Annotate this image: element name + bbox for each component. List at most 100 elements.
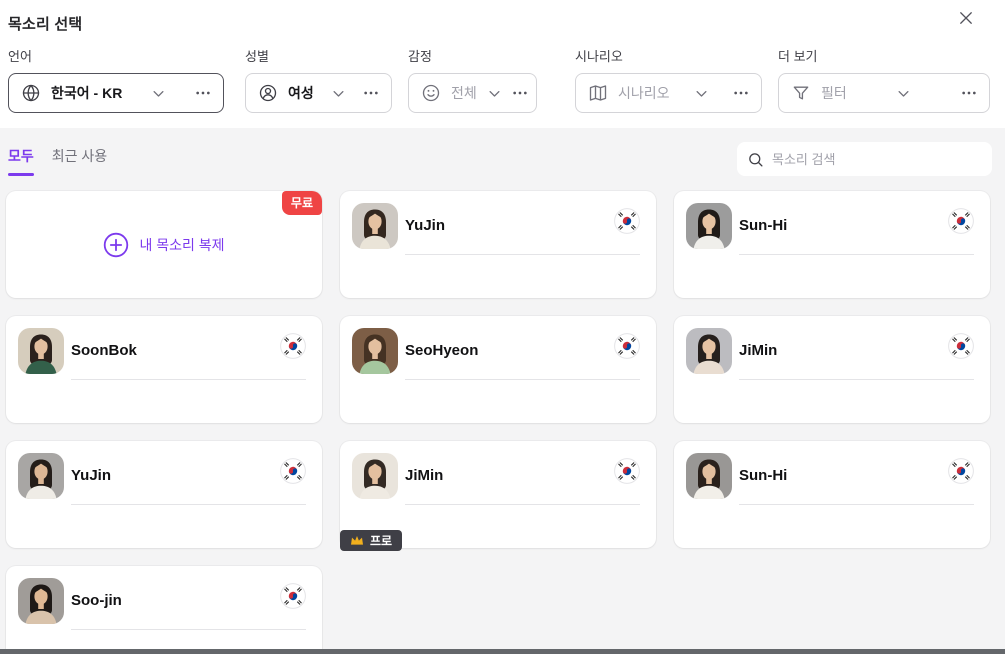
korea-flag-icon <box>948 333 974 359</box>
filter-value: 전체 <box>451 83 477 103</box>
korea-flag-icon <box>614 458 640 484</box>
korea-flag-icon <box>614 208 640 234</box>
filter-label: 시나리오 <box>575 46 762 65</box>
voice-name: Soo-jin <box>71 592 122 609</box>
chevron-down-icon <box>896 86 911 101</box>
filter-value: 시나리오 <box>618 83 670 103</box>
ellipsis-icon[interactable] <box>961 85 977 101</box>
tab-all[interactable]: 모두 <box>8 142 34 176</box>
filter-dropdown[interactable]: 시나리오 <box>575 73 762 113</box>
filter-value: 한국어 - KR <box>51 83 122 103</box>
korea-flag-icon <box>948 458 974 484</box>
divider <box>405 504 640 505</box>
divider <box>71 629 306 630</box>
avatar <box>18 578 64 624</box>
filter-icon <box>791 83 811 103</box>
voice-grid: 무료 내 목소리 복제 YuJin Sun-Hi <box>0 191 1005 654</box>
filter-group-smiley: 감정 전체 <box>408 46 537 113</box>
filter-group-map: 시나리오 시나리오 <box>575 46 762 113</box>
voice-card[interactable]: YuJin <box>6 441 322 548</box>
voice-name: Sun-Hi <box>739 217 787 234</box>
voice-name: SeoHyeon <box>405 342 478 359</box>
voice-card[interactable]: Sun-Hi <box>674 441 990 548</box>
avatar <box>352 453 398 499</box>
tab-recent[interactable]: 최근 사용 <box>52 142 107 176</box>
avatar <box>18 453 64 499</box>
chevron-down-icon <box>331 86 346 101</box>
title-row: 목소리 선택 <box>8 10 990 36</box>
search-box[interactable] <box>737 142 992 176</box>
voice-card[interactable]: JiMin 프로 <box>340 441 656 548</box>
voice-select-modal: 목소리 선택 언어 한국어 - KR 성별 여성 <box>0 0 1005 654</box>
filter-dropdown[interactable]: 여성 <box>245 73 392 113</box>
avatar <box>352 328 398 374</box>
korea-flag-icon <box>614 333 640 359</box>
ellipsis-icon[interactable] <box>195 85 211 101</box>
tab-all-label: 모두 <box>8 148 34 164</box>
avatar <box>686 328 732 374</box>
divider <box>739 379 974 380</box>
tabs: 모두 최근 사용 <box>8 142 107 176</box>
voice-card[interactable]: JiMin <box>674 316 990 423</box>
filter-dropdown[interactable]: 한국어 - KR <box>8 73 224 113</box>
korea-flag-icon <box>280 333 306 359</box>
divider <box>71 504 306 505</box>
filter-bar: 언어 한국어 - KR 성별 여성 감정 전 <box>8 46 990 113</box>
toolbar: 모두 최근 사용 <box>0 142 1005 176</box>
horizontal-scrollbar[interactable] <box>0 649 1005 654</box>
filter-group-filter: 더 보기 필터 <box>778 46 990 113</box>
plus-circle-icon <box>103 232 129 258</box>
filter-dropdown[interactable]: 필터 <box>778 73 990 113</box>
chevron-down-icon <box>694 86 709 101</box>
modal-header: 목소리 선택 언어 한국어 - KR 성별 여성 <box>0 0 1005 128</box>
korea-flag-icon <box>948 208 974 234</box>
tab-recent-label: 최근 사용 <box>52 148 107 164</box>
ellipsis-icon[interactable] <box>363 85 379 101</box>
voice-card[interactable]: SoonBok <box>6 316 322 423</box>
avatar <box>18 328 64 374</box>
filter-value: 필터 <box>821 83 847 103</box>
filter-label: 더 보기 <box>778 46 990 65</box>
voice-card[interactable]: SeoHyeon <box>340 316 656 423</box>
chevron-down-icon <box>487 86 502 101</box>
map-icon <box>588 83 608 103</box>
smiley-icon <box>421 83 441 103</box>
search-input[interactable] <box>772 152 982 167</box>
divider <box>405 379 640 380</box>
voice-card[interactable]: Soo-jin <box>6 566 322 654</box>
voice-name: YuJin <box>71 467 111 484</box>
divider <box>739 254 974 255</box>
filter-value: 여성 <box>288 83 314 103</box>
divider <box>739 504 974 505</box>
filter-label: 감정 <box>408 46 537 65</box>
globe-icon <box>21 83 41 103</box>
pro-badge-label: 프로 <box>370 532 392 549</box>
divider <box>71 379 306 380</box>
modal-body: 모두 최근 사용 무료 <box>0 128 1005 654</box>
filter-dropdown[interactable]: 전체 <box>408 73 537 113</box>
avatar <box>686 453 732 499</box>
clone-voice-card[interactable]: 무료 내 목소리 복제 <box>6 191 322 298</box>
pro-badge: 프로 <box>340 530 402 551</box>
voice-name: Sun-Hi <box>739 467 787 484</box>
divider <box>405 254 640 255</box>
filter-label: 언어 <box>8 46 224 65</box>
close-icon[interactable] <box>955 7 977 29</box>
page-title: 목소리 선택 <box>8 13 82 34</box>
clone-voice-inner: 내 목소리 복제 <box>103 232 224 258</box>
voice-name: SoonBok <box>71 342 137 359</box>
filter-group-globe: 언어 한국어 - KR <box>8 46 224 113</box>
avatar <box>352 203 398 249</box>
voice-card[interactable]: YuJin <box>340 191 656 298</box>
avatar <box>686 203 732 249</box>
chevron-down-icon <box>151 86 166 101</box>
free-badge: 무료 <box>282 191 322 215</box>
filter-label: 성별 <box>245 46 392 65</box>
ellipsis-icon[interactable] <box>512 85 528 101</box>
search-icon <box>747 151 764 168</box>
ellipsis-icon[interactable] <box>733 85 749 101</box>
crown-icon <box>350 535 364 546</box>
filter-group-person: 성별 여성 <box>245 46 392 113</box>
clone-voice-label: 내 목소리 복제 <box>139 235 224 255</box>
voice-card[interactable]: Sun-Hi <box>674 191 990 298</box>
